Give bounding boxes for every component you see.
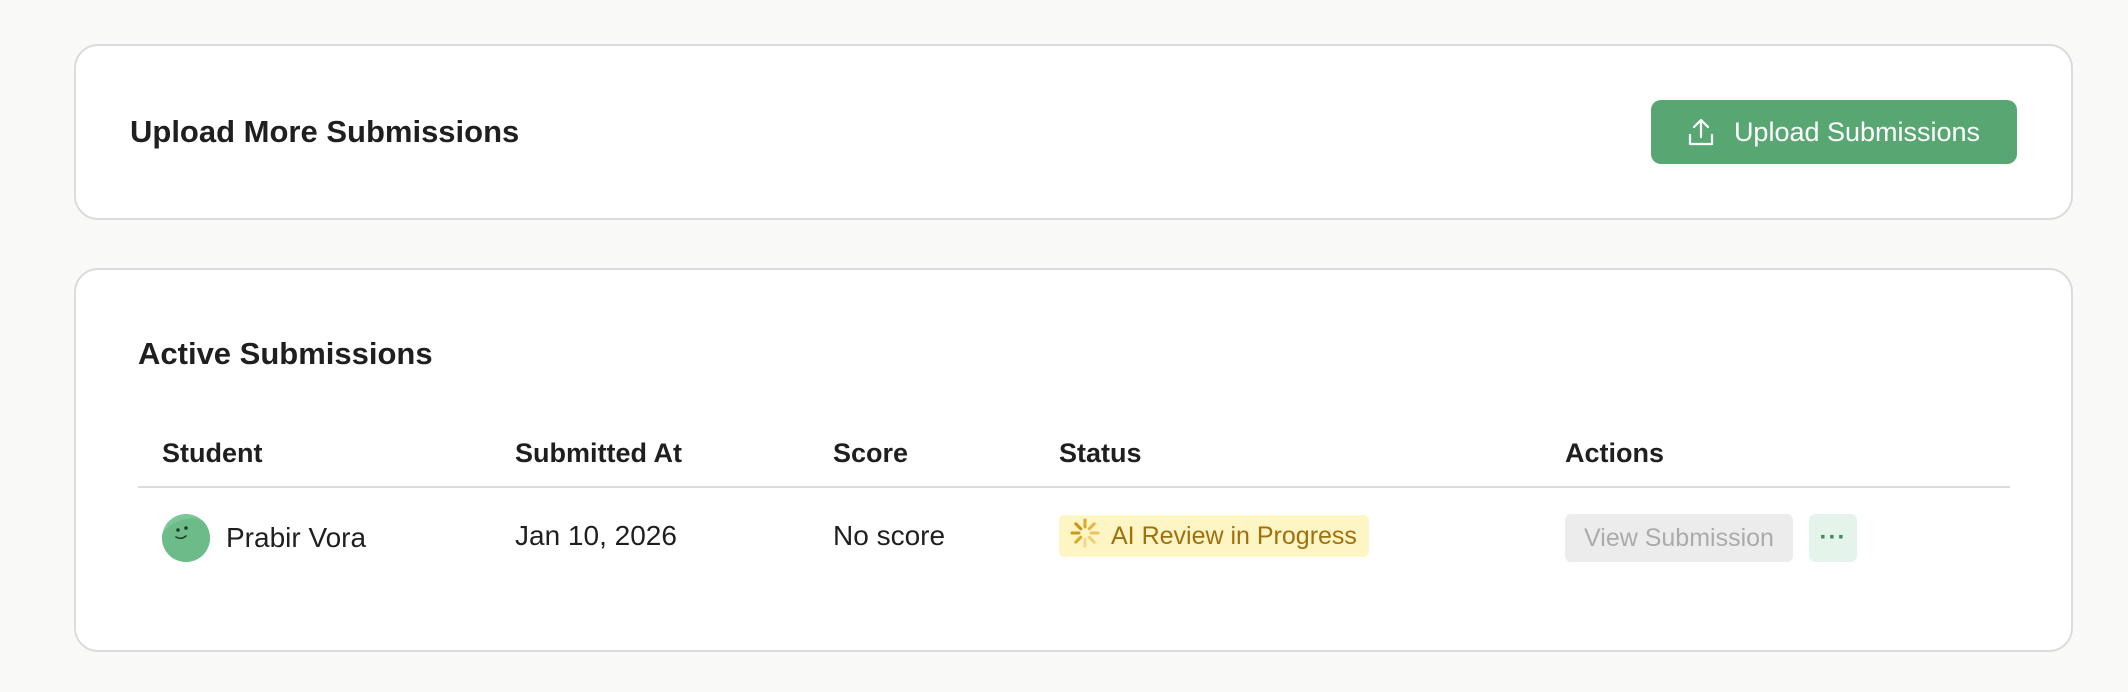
- upload-section-title: Upload More Submissions: [130, 114, 520, 149]
- status-label: AI Review in Progress: [1111, 521, 1357, 550]
- upload-submissions-label: Upload Submissions: [1733, 116, 1981, 147]
- student-name: Prabir Vora: [226, 522, 367, 553]
- column-header-submitted-at: Submitted At: [515, 437, 682, 468]
- column-header-status: Status: [1059, 437, 1142, 468]
- status-badge: AI Review in Progress: [1059, 515, 1369, 557]
- upload-card: Upload More Submissions Upload Submissio…: [74, 44, 2073, 220]
- column-header-student: Student: [162, 437, 263, 468]
- active-submissions-title: Active Submissions: [138, 336, 433, 371]
- table-header: Student Submitted At Score Status Action…: [138, 420, 2010, 488]
- column-header-actions: Actions: [1565, 437, 1665, 468]
- submissions-table: Student Submitted At Score Status Action…: [138, 420, 2010, 584]
- column-header-score: Score: [833, 437, 909, 468]
- more-actions-button[interactable]: ···: [1809, 514, 1857, 562]
- table-row: Prabir Vora Jan 10, 2026 No score AI Rev…: [138, 488, 2010, 584]
- submitted-at-value: Jan 10, 2026: [515, 520, 677, 551]
- avatar: [162, 514, 210, 562]
- spinner-icon: [1069, 517, 1101, 556]
- student-cell: Prabir Vora: [162, 488, 366, 584]
- active-submissions-card: Active Submissions Student Submitted At …: [74, 268, 2073, 652]
- actions-cell: View Submission ···: [1565, 488, 1857, 584]
- upload-icon: [1688, 117, 1714, 147]
- score-value: No score: [833, 520, 946, 551]
- status-cell: AI Review in Progress: [1059, 488, 1369, 584]
- view-submission-button[interactable]: View Submission: [1565, 514, 1793, 562]
- upload-submissions-button[interactable]: Upload Submissions: [1651, 100, 2017, 164]
- more-icon: ···: [1819, 524, 1847, 551]
